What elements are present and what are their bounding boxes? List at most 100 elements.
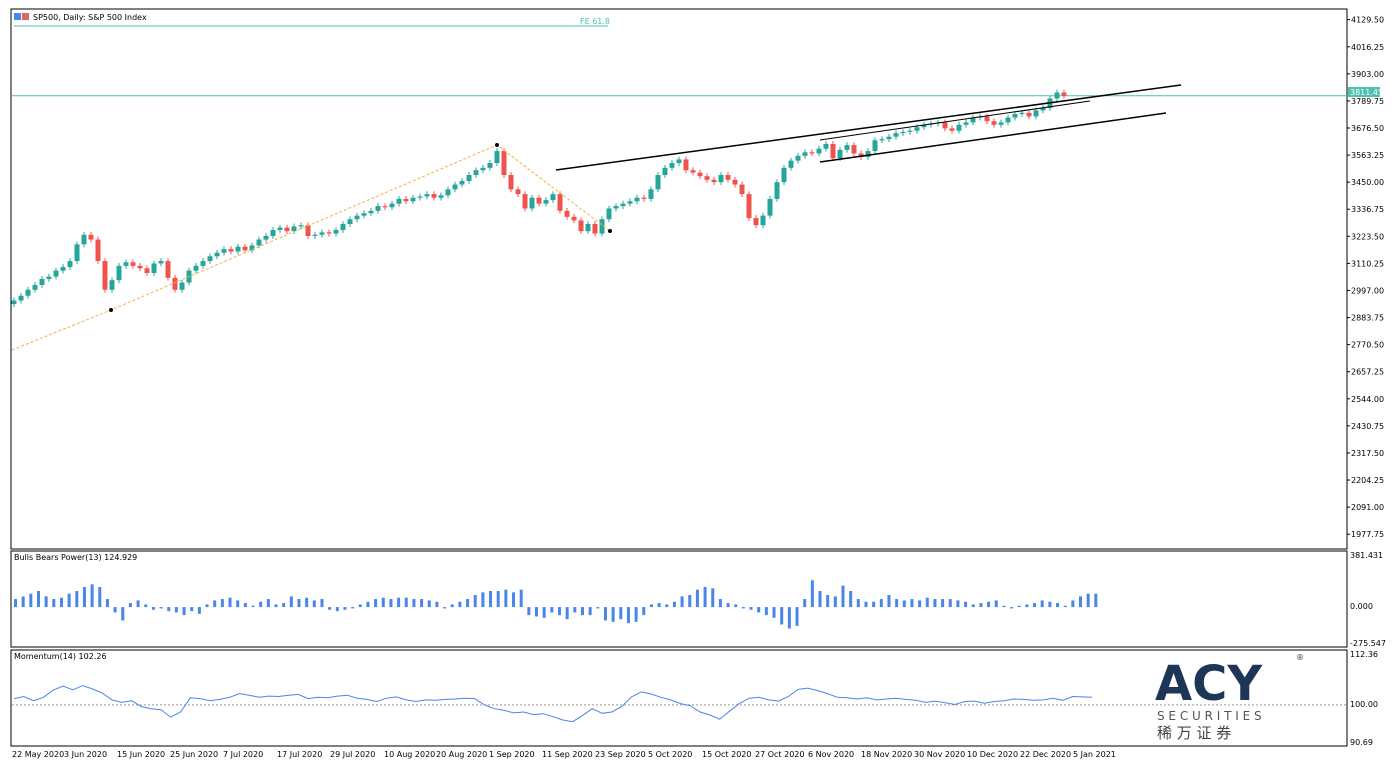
bbp-bar bbox=[580, 607, 584, 616]
candle-body bbox=[368, 210, 374, 214]
candle-body bbox=[564, 210, 570, 217]
candle-body bbox=[459, 180, 465, 185]
bbp-bar bbox=[358, 604, 362, 608]
bbp-bar bbox=[259, 601, 263, 608]
candle-body bbox=[732, 179, 738, 185]
bbp-bar bbox=[128, 603, 132, 608]
bbp-bar bbox=[711, 588, 715, 608]
candle-body bbox=[1019, 112, 1025, 115]
bbp-bar bbox=[251, 605, 255, 608]
candle-body bbox=[396, 198, 402, 204]
price-tick-label: 2544.00 bbox=[1351, 395, 1384, 404]
bbp-bar bbox=[1040, 600, 1044, 608]
bbp-bar bbox=[994, 600, 998, 608]
bbp-bar bbox=[856, 599, 860, 608]
bbp-bar bbox=[757, 607, 761, 613]
bbp-bar bbox=[688, 595, 692, 608]
bbp-bar bbox=[925, 597, 929, 608]
candle-body bbox=[690, 170, 696, 173]
bbp-bar bbox=[695, 589, 699, 608]
bbp-bar bbox=[282, 603, 286, 608]
candle-body bbox=[662, 167, 668, 175]
candle-body bbox=[137, 265, 143, 269]
candle-body bbox=[1033, 110, 1039, 117]
price-tick-label: 2204.25 bbox=[1351, 476, 1384, 485]
candle-body bbox=[431, 194, 437, 198]
bbp-bar bbox=[588, 607, 592, 616]
bbp-bar bbox=[1033, 603, 1037, 608]
candle-body bbox=[886, 136, 892, 140]
bbp-bar bbox=[703, 586, 707, 608]
bbp-bar bbox=[466, 599, 470, 608]
fib-anchor-point bbox=[608, 229, 612, 233]
candle-body bbox=[893, 133, 899, 137]
candle-body bbox=[473, 170, 479, 175]
bbp-bar bbox=[435, 601, 439, 608]
bbp-bar bbox=[404, 597, 408, 608]
candle-body bbox=[130, 262, 136, 266]
candle-body bbox=[39, 279, 45, 285]
candle-body bbox=[207, 256, 213, 262]
chart-canvas[interactable]: SP500, Daily: S&P 500 Index FE 61.8 Bull… bbox=[0, 0, 1393, 766]
candle-body bbox=[228, 249, 234, 252]
bbp-bar bbox=[596, 607, 600, 609]
candle-body bbox=[641, 197, 647, 199]
price-tick-label: 3336.75 bbox=[1351, 205, 1384, 214]
candle-body bbox=[585, 224, 591, 232]
candle-body bbox=[487, 163, 493, 168]
bbp-bar bbox=[82, 586, 86, 608]
bbp-bar bbox=[527, 607, 531, 616]
candle-body bbox=[32, 284, 38, 290]
bbp-bar bbox=[274, 604, 278, 608]
price-tick-label: 2317.50 bbox=[1351, 449, 1384, 458]
bbp-bar bbox=[389, 599, 393, 608]
time-tick-label: 20 Aug 2020 bbox=[436, 750, 487, 759]
bbp-bar bbox=[496, 591, 500, 608]
bbp-bar bbox=[734, 604, 738, 608]
candle-body bbox=[172, 277, 178, 290]
fib-expansion-path bbox=[11, 144, 611, 351]
candle-body bbox=[179, 282, 185, 290]
bbp-bar bbox=[481, 592, 485, 608]
bbp-bar bbox=[1002, 605, 1006, 608]
bbp-bar bbox=[987, 601, 991, 608]
fib-anchor-point bbox=[109, 308, 113, 312]
candle-body bbox=[333, 229, 339, 234]
bbp-bar bbox=[718, 599, 722, 608]
candle-body bbox=[760, 215, 766, 226]
bbp-bar bbox=[59, 597, 63, 608]
bbp-bar bbox=[412, 599, 416, 608]
candle-body bbox=[46, 276, 52, 279]
bbp-bar bbox=[136, 600, 140, 608]
bbp-bar bbox=[872, 601, 876, 608]
candle-body bbox=[781, 167, 787, 183]
bbp-bar bbox=[626, 607, 630, 624]
bbp-bar bbox=[810, 580, 814, 608]
bbp-bar bbox=[1086, 593, 1090, 608]
candle-body bbox=[1012, 114, 1018, 118]
candle-body bbox=[788, 160, 794, 168]
candle-body bbox=[95, 239, 101, 262]
candle-body bbox=[277, 227, 283, 230]
candle-body bbox=[774, 182, 780, 199]
bbp-bar bbox=[1056, 603, 1060, 608]
candle-body bbox=[102, 261, 108, 290]
bbp-bar bbox=[121, 607, 125, 621]
bbp-bar bbox=[895, 599, 899, 608]
time-tick-label: 7 Jul 2020 bbox=[223, 750, 263, 759]
bbp-bar bbox=[910, 599, 914, 608]
candle-body bbox=[711, 179, 717, 183]
candle-body bbox=[88, 234, 94, 240]
bbp-bar bbox=[489, 591, 493, 608]
candle-body bbox=[1061, 92, 1067, 96]
channel-mid-line bbox=[819, 100, 1091, 141]
bbp-bar bbox=[174, 607, 178, 613]
price-tick-label: 3450.00 bbox=[1351, 178, 1384, 187]
candle-body bbox=[284, 227, 290, 232]
candle-body bbox=[620, 203, 626, 207]
bbp-bar bbox=[1063, 605, 1067, 608]
bbp-bar bbox=[657, 603, 661, 608]
bbp-bar bbox=[512, 592, 516, 608]
candle-body bbox=[879, 139, 885, 141]
bbp-bar bbox=[90, 584, 94, 608]
